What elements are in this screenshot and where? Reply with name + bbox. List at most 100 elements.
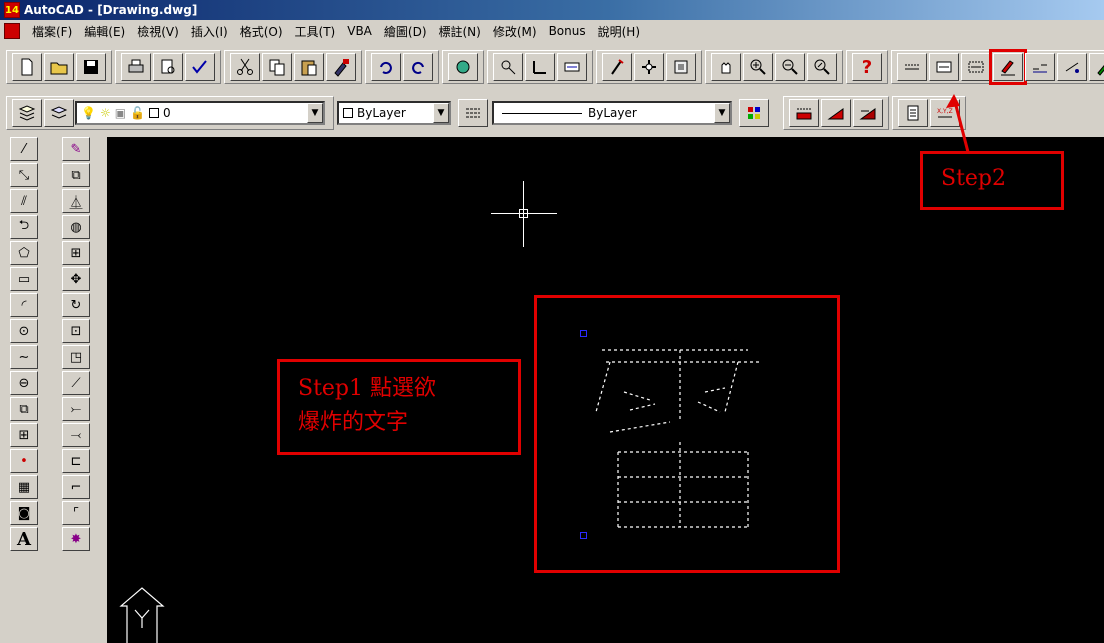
menu-format[interactable]: 格式(O) [234,23,289,40]
mirror-icon[interactable]: ⏅ [62,189,90,213]
hyperlink-icon[interactable] [448,53,478,81]
layer-dropdown[interactable]: 💡 ☼ ▣ 🔓 0 ▼ [75,101,325,125]
make-current-layer-icon[interactable] [44,99,74,127]
menu-modify[interactable]: 修改(M) [487,23,543,40]
text-unmask-icon[interactable] [961,53,991,81]
rotate-text-icon[interactable] [1057,53,1087,81]
bring-to-front-icon[interactable] [789,99,819,127]
layer-on-icon[interactable]: 💡 [81,106,96,120]
drawing-canvas[interactable]: Step1 點選欲 爆炸的文字 [107,137,1104,643]
menu-draw[interactable]: 繪圖(D) [378,23,433,40]
layer-thaw-icon[interactable]: ☼ [100,106,111,120]
trim-icon[interactable]: ⤚ [62,397,90,421]
array-icon[interactable]: ⊞ [62,241,90,265]
scale-icon[interactable]: ⊡ [62,319,90,343]
arc-aligned-text-icon[interactable] [897,53,927,81]
chevron-down-icon[interactable]: ▼ [433,103,449,123]
rectangle-icon[interactable]: ▭ [10,267,38,291]
move-icon[interactable]: ✥ [62,267,90,291]
insert-block-icon[interactable]: ⧉ [10,397,38,421]
zoom-realtime-icon[interactable] [743,53,773,81]
linetype-manager-icon[interactable] [458,99,488,127]
make-block-icon[interactable]: ⊞ [10,423,38,447]
construction-line-icon[interactable]: ⤡ [10,163,38,187]
zoom-window-icon[interactable] [775,53,805,81]
pan-realtime-icon[interactable] [711,53,741,81]
rotate-icon[interactable]: ↻ [62,293,90,317]
print-icon[interactable] [121,53,151,81]
multiline-icon[interactable]: ⫽ [10,189,38,213]
menu-help[interactable]: 說明(H) [592,23,646,40]
fillet-icon[interactable]: ⌜ [62,501,90,525]
layer-viewport-icon[interactable]: ▣ [115,106,126,120]
polyline-icon[interactable]: ⮌ [10,215,38,239]
grip-top[interactable] [580,330,587,337]
chevron-down-icon[interactable]: ▼ [307,103,323,123]
open-folder-icon[interactable] [44,53,74,81]
menu-view[interactable]: 檢視(V) [131,23,185,40]
point-icon[interactable]: • [10,449,38,473]
chevron-down-icon[interactable]: ▼ [714,103,730,123]
hatch-icon[interactable]: ▦ [10,475,38,499]
menu-tools[interactable]: 工具(T) [289,23,342,40]
line-icon[interactable]: ⁄ [10,137,38,161]
undo-icon[interactable] [371,53,401,81]
spelling-icon[interactable] [185,53,215,81]
ellipse-icon[interactable]: ⊖ [10,371,38,395]
color-dropdown[interactable]: ByLayer ▼ [337,101,451,125]
extend-icon[interactable]: ⤙ [62,423,90,447]
match-properties-icon[interactable] [326,53,356,81]
multiline-text-button[interactable]: A [10,527,38,551]
region-icon[interactable]: ◙ [10,501,38,525]
explode-icon[interactable]: ✸ [62,527,90,551]
zoom-previous-icon[interactable] [807,53,837,81]
lengthen-icon[interactable]: ⟋ [62,371,90,395]
save-icon[interactable] [76,53,106,81]
menu-bonus[interactable]: Bonus [543,24,592,38]
attribute-edit-icon[interactable] [898,99,928,127]
menu-vba[interactable]: VBA [341,24,378,38]
menu-dimension[interactable]: 標註(N) [433,23,487,40]
menu-insert[interactable]: 插入(I) [185,23,234,40]
change-text-case-icon[interactable] [1025,53,1055,81]
stretch-icon[interactable]: ◳ [62,345,90,369]
polygon-icon[interactable]: ⬠ [10,241,38,265]
menu-file[interactable]: 檔案(F) [26,23,78,40]
linetype-dropdown[interactable]: ByLayer ▼ [492,101,732,125]
plot-style-icon[interactable] [739,99,769,127]
copy-object-icon[interactable]: ⧉ [62,163,90,187]
selected-text-object[interactable] [570,322,760,552]
cut-icon[interactable] [230,53,260,81]
chamfer-icon[interactable]: ⌐ [62,475,90,499]
break-icon[interactable]: ⊏ [62,449,90,473]
inquiry-icon[interactable] [557,53,587,81]
offset-icon[interactable]: ◍ [62,215,90,239]
text-fit-icon[interactable] [1089,53,1104,81]
help-button[interactable]: ? [852,53,882,81]
draw-order-icon[interactable] [853,99,883,127]
text-mask-icon[interactable] [929,53,959,81]
new-file-icon[interactable] [12,53,42,81]
document-icon[interactable] [4,23,20,39]
spline-icon[interactable]: ∼ [10,345,38,369]
menu-edit[interactable]: 編輯(E) [78,23,131,40]
design-center-icon[interactable] [634,53,664,81]
send-to-back-icon[interactable] [821,99,851,127]
layer-tools-group: 💡 ☼ ▣ 🔓 0 ▼ [6,96,334,130]
grip-bottom[interactable] [580,532,587,539]
tool-palettes-icon[interactable] [666,53,696,81]
print-preview-icon[interactable] [153,53,183,81]
layer-manager-icon[interactable] [12,99,42,127]
ucs-icon[interactable] [525,53,555,81]
arc-icon[interactable]: ◜ [10,293,38,317]
copy-icon[interactable] [262,53,292,81]
paste-icon[interactable] [294,53,324,81]
erase-icon[interactable]: ✎ [62,137,90,161]
object-snap-icon[interactable] [493,53,523,81]
layer-lock-icon[interactable]: 🔓 [130,106,145,120]
autocad-app-icon[interactable]: 14 [4,2,20,18]
properties-icon[interactable] [602,53,632,81]
redo-icon[interactable] [403,53,433,81]
circle-icon[interactable]: ⊙ [10,319,38,343]
explode-text-icon[interactable] [989,49,1027,85]
